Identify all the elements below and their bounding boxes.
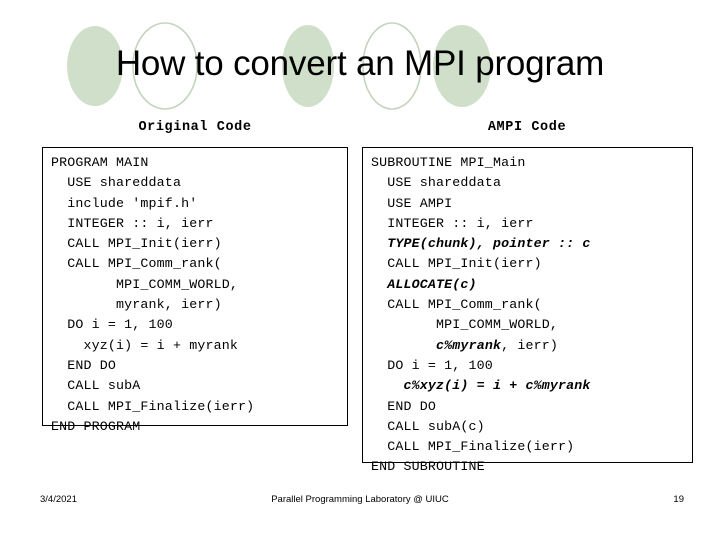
code-line: DO i = 1, 100 xyxy=(371,356,692,376)
code-text: DO i = 1, 100 xyxy=(371,357,493,373)
code-line: INTEGER :: i, ierr xyxy=(371,214,692,234)
code-text: xyz(i) = i + myrank xyxy=(51,337,238,353)
code-line: PROGRAM MAIN xyxy=(51,153,347,173)
code-line: END DO xyxy=(371,397,692,417)
code-line: SUBROUTINE MPI_Main xyxy=(371,153,692,173)
code-text: USE AMPI xyxy=(371,195,453,211)
code-text: include 'mpif.h' xyxy=(51,195,198,211)
code-block-original-code: PROGRAM MAIN USE shareddata include 'mpi… xyxy=(42,147,348,434)
code-line: CALL MPI_Comm_rank( xyxy=(371,295,692,315)
code-line: END DO xyxy=(51,356,347,376)
code-line: myrank, ierr) xyxy=(51,295,347,315)
code-text: , ierr) xyxy=(501,337,558,353)
code-line: CALL subA(c) xyxy=(371,417,692,437)
code-text: CALL MPI_Init(ierr) xyxy=(51,236,222,252)
code-line: xyz(i) = i + myrank xyxy=(51,336,347,356)
code-emphasis: c%xyz(i) = i + c%myrank xyxy=(403,378,591,394)
code-text: CALL MPI_Init(ierr) xyxy=(371,256,542,272)
code-emphasis: c%myrank xyxy=(436,337,502,353)
code-text: CALL MPI_Comm_rank( xyxy=(51,256,222,272)
code-line: CALL MPI_Comm_rank( xyxy=(51,254,347,274)
code-text: DO i = 1, 100 xyxy=(51,317,173,333)
code-text: INTEGER :: i, ierr xyxy=(371,215,534,231)
page-title: How to convert an MPI program xyxy=(115,44,605,83)
code-text: END PROGRAM xyxy=(51,418,141,434)
code-text: END DO xyxy=(371,398,437,414)
code-line: CALL subA xyxy=(51,376,347,396)
code-line: CALL MPI_Finalize(ierr) xyxy=(51,397,347,417)
code-line: c%xyz(i) = i + c%myrank xyxy=(371,376,692,396)
code-text: MPI_COMM_WORLD, xyxy=(51,276,238,292)
code-line: DO i = 1, 100 xyxy=(51,315,347,335)
code-text: SUBROUTINE MPI_Main xyxy=(371,155,526,170)
column-header-ampi: AMPI Code xyxy=(487,120,567,135)
code-text: USE shareddata xyxy=(371,175,502,191)
code-line: USE shareddata xyxy=(51,173,347,193)
code-line: END PROGRAM xyxy=(51,417,347,437)
code-text: myrank, ierr) xyxy=(51,297,222,313)
code-text: USE shareddata xyxy=(51,175,182,191)
code-line: MPI_COMM_WORLD, xyxy=(371,315,692,335)
code-text: PROGRAM MAIN xyxy=(51,155,149,170)
code-line: USE shareddata xyxy=(371,173,692,193)
code-text: CALL subA xyxy=(51,378,141,394)
code-text: MPI_COMM_WORLD, xyxy=(371,317,558,333)
code-emphasis: ALLOCATE(c) xyxy=(387,276,477,292)
code-line: CALL MPI_Init(ierr) xyxy=(371,254,692,274)
code-line: INTEGER :: i, ierr xyxy=(51,214,347,234)
code-emphasis: TYPE(chunk), pointer :: c xyxy=(387,236,591,252)
code-text: CALL MPI_Finalize(ierr) xyxy=(51,398,255,414)
slide-canvas: How to convert an MPI program Original C… xyxy=(0,0,720,540)
code-line: END SUBROUTINE xyxy=(371,457,692,477)
code-text: CALL subA(c) xyxy=(371,418,485,434)
column-header-original: Original Code xyxy=(138,120,252,135)
footer-page-number: 19 xyxy=(673,494,684,505)
code-line: USE AMPI xyxy=(371,194,692,214)
code-text: CALL MPI_Finalize(ierr) xyxy=(371,439,575,455)
code-text: CALL MPI_Comm_rank( xyxy=(371,297,542,313)
code-line: c%myrank, ierr) xyxy=(371,336,692,356)
code-line: MPI_COMM_WORLD, xyxy=(51,275,347,295)
code-text: INTEGER :: i, ierr xyxy=(51,215,214,231)
code-line: CALL MPI_Finalize(ierr) xyxy=(371,437,692,457)
code-line: CALL MPI_Init(ierr) xyxy=(51,234,347,254)
code-line: TYPE(chunk), pointer :: c xyxy=(371,234,692,254)
code-text: END SUBROUTINE xyxy=(371,459,485,475)
code-line: include 'mpif.h' xyxy=(51,194,347,214)
code-line: ALLOCATE(c) xyxy=(371,275,692,295)
code-text: END DO xyxy=(51,357,117,373)
code-block-ampi-code: SUBROUTINE MPI_Main USE shareddata USE A… xyxy=(362,147,693,474)
